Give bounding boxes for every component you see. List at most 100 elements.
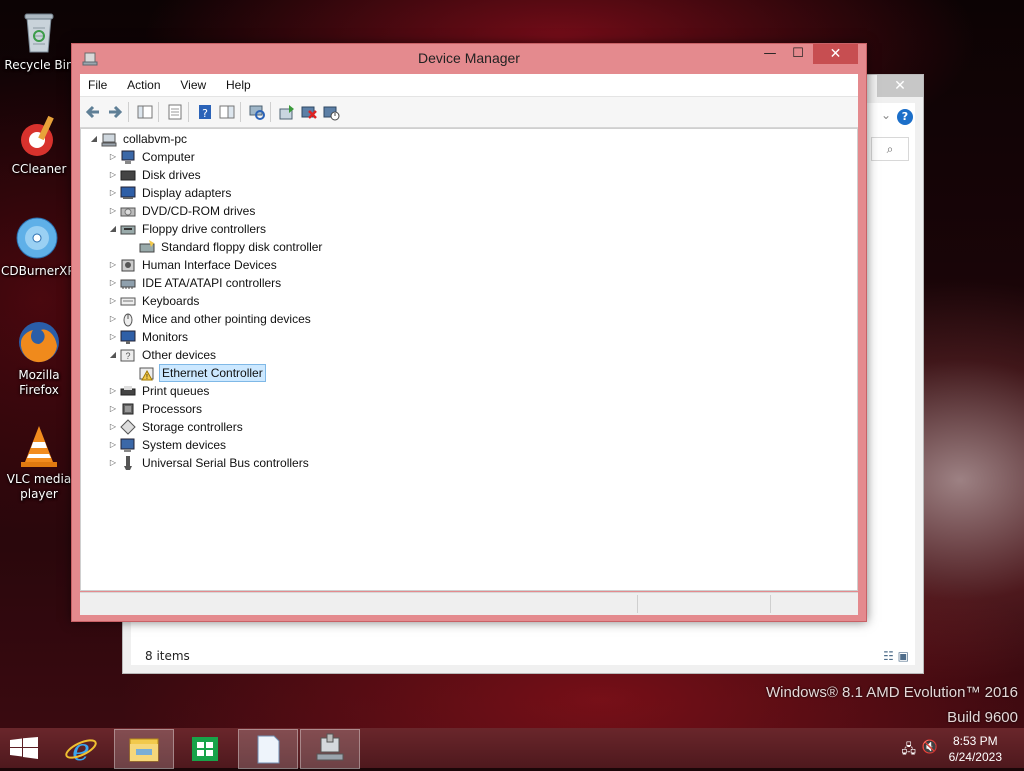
taskbar-notepad[interactable] — [238, 729, 298, 769]
recycle-bin-icon — [15, 8, 63, 56]
expand-arrow-icon[interactable]: ▷ — [108, 418, 118, 436]
toolbar-separator — [158, 102, 159, 122]
network-warning-icon[interactable]: 🖧 — [902, 740, 917, 762]
expand-arrow-icon[interactable]: ▷ — [108, 184, 118, 202]
processors-icon — [120, 401, 136, 417]
notepad-icon — [257, 735, 280, 764]
tree-item-label: Computer — [142, 150, 195, 164]
storage-controllers-icon — [120, 419, 136, 435]
expand-arrow-icon[interactable]: ▷ — [108, 292, 118, 310]
expand-arrow-icon[interactable]: ▷ — [108, 166, 118, 184]
action-pane-icon[interactable] — [218, 103, 236, 121]
desktop-icon-ccleaner[interactable]: CCleaner — [3, 112, 75, 177]
desktop-icon-label: VLC media player — [6, 472, 72, 501]
expand-arrow-icon[interactable]: ▷ — [108, 202, 118, 220]
collapse-arrow-icon[interactable]: ◢ — [108, 346, 118, 364]
close-button[interactable]: ✕ — [813, 44, 858, 64]
tree-item-label: Mice and other pointing devices — [142, 312, 311, 326]
other-devices-icon: ? — [120, 347, 136, 363]
ethernet-controller-icon: ! — [139, 365, 155, 381]
status-divider — [637, 595, 638, 613]
desktop-icon-label: Mozilla Firefox — [18, 368, 60, 397]
view-toggle-icons[interactable]: ☷ ▣ — [883, 649, 909, 663]
expand-arrow-icon[interactable]: ▷ — [108, 436, 118, 454]
taskbar-store[interactable] — [176, 729, 234, 767]
tree-root-label: collabvm-pc — [123, 132, 188, 146]
toolbar: ? — [80, 97, 858, 128]
svg-text:?: ? — [125, 351, 130, 361]
tree-item-label: Keyboards — [142, 294, 200, 308]
expand-arrow-icon[interactable]: ▷ — [108, 382, 118, 400]
clock-date: 6/24/2023 — [948, 750, 1002, 764]
file-explorer-icon — [129, 738, 159, 762]
desktop-icon-recycle-bin[interactable]: Recycle Bin — [3, 8, 75, 73]
menu-action[interactable]: Action — [119, 74, 168, 96]
toolbar-separator — [188, 102, 189, 122]
collapse-arrow-icon[interactable]: ◢ — [108, 220, 118, 238]
collapse-arrow-icon[interactable]: ◢ — [89, 130, 99, 148]
taskbar: e 🖧 🔇 8:53 PM 6/24/2023 — [0, 728, 1024, 769]
expand-arrow-icon[interactable]: ▷ — [108, 400, 118, 418]
tree-item-label: Storage controllers — [142, 420, 243, 434]
expand-arrow-icon[interactable]: ▷ — [108, 310, 118, 328]
computer-icon — [101, 131, 117, 147]
device-manager-window[interactable]: Device Manager — ☐ ✕ File Action View He… — [71, 43, 867, 622]
menu-help[interactable]: Help — [218, 74, 259, 96]
forward-icon[interactable] — [106, 103, 124, 121]
expand-arrow-icon[interactable]: ▷ — [108, 454, 118, 472]
start-button[interactable] — [10, 737, 38, 762]
update-driver-icon[interactable] — [278, 103, 296, 121]
properties-icon[interactable] — [166, 103, 184, 121]
help-icon[interactable]: ? — [196, 103, 214, 121]
show-hide-tree-icon[interactable] — [136, 103, 154, 121]
desktop-icon-vlc[interactable]: VLC media player — [3, 422, 75, 502]
status-divider — [770, 595, 771, 613]
back-icon[interactable] — [84, 103, 102, 121]
status-bar — [80, 592, 858, 615]
desktop: Windows® 8.1 AMD Evolution™ 2016 Build 9… — [0, 0, 1024, 728]
wallpaper-edition-text: Windows® 8.1 AMD Evolution™ 2016 — [765, 684, 1018, 701]
tree-item-label: Universal Serial Bus controllers — [142, 456, 309, 470]
explorer-status-text: 8 items — [145, 649, 190, 663]
menu-file[interactable]: File — [80, 74, 115, 96]
store-icon — [192, 737, 218, 761]
tree-item-label: Human Interface Devices — [142, 258, 277, 272]
menu-bar: File Action View Help — [80, 74, 858, 97]
tree-item-label: System devices — [142, 438, 227, 452]
ccleaner-icon — [15, 112, 63, 160]
taskbar-device-manager[interactable] — [300, 729, 360, 769]
clock[interactable]: 8:53 PM 6/24/2023 — [949, 733, 1002, 765]
help-icon[interactable]: ? — [897, 109, 913, 125]
desktop-icon-label: CCleaner — [11, 162, 67, 176]
expand-arrow-icon[interactable]: ▷ — [108, 274, 118, 292]
maximize-button[interactable]: ☐ — [784, 44, 812, 64]
internet-explorer-icon: e — [65, 733, 97, 768]
taskbar-internet-explorer[interactable]: e — [52, 729, 110, 768]
expand-arrow-icon[interactable]: ▷ — [108, 256, 118, 274]
chevron-down-icon[interactable]: ⌄ — [881, 108, 891, 122]
firefox-icon — [15, 318, 63, 366]
uninstall-icon[interactable] — [300, 103, 318, 121]
minimize-button[interactable]: — — [756, 44, 784, 64]
device-tree[interactable]: ◢ collabvm-pc ▷ Computer ▷ Disk drives ▷ Disp… — [80, 128, 858, 591]
taskbar-file-explorer[interactable] — [114, 729, 174, 769]
expand-arrow-icon[interactable]: ▷ — [108, 328, 118, 346]
dvd-cd-rom-drives-icon — [120, 203, 136, 219]
keyboards-icon — [120, 293, 136, 309]
explorer-close-button[interactable]: ✕ — [877, 75, 923, 97]
search-icon[interactable]: ⌕ — [871, 137, 909, 161]
floppy-drive-controllers-icon — [120, 221, 136, 237]
desktop-icon-cdburnerxp[interactable]: CDBurnerXP — [1, 214, 75, 279]
speaker-muted-icon[interactable]: 🔇 — [922, 740, 938, 755]
toolbar-separator — [128, 102, 129, 122]
desktop-icon-firefox[interactable]: Mozilla Firefox — [3, 318, 75, 398]
menu-view[interactable]: View — [172, 74, 214, 96]
scan-hardware-icon[interactable] — [248, 103, 266, 121]
expand-arrow-icon[interactable]: ▷ — [108, 148, 118, 166]
tree-item-label: Display adapters — [142, 186, 232, 200]
tree-item-label: Standard floppy disk controller — [161, 240, 323, 254]
disable-icon[interactable] — [322, 103, 340, 121]
tree-item-label: Disk drives — [142, 168, 201, 182]
tree-item-label: IDE ATA/ATAPI controllers — [142, 276, 282, 290]
title-bar[interactable]: Device Manager — ☐ ✕ — [72, 44, 866, 73]
